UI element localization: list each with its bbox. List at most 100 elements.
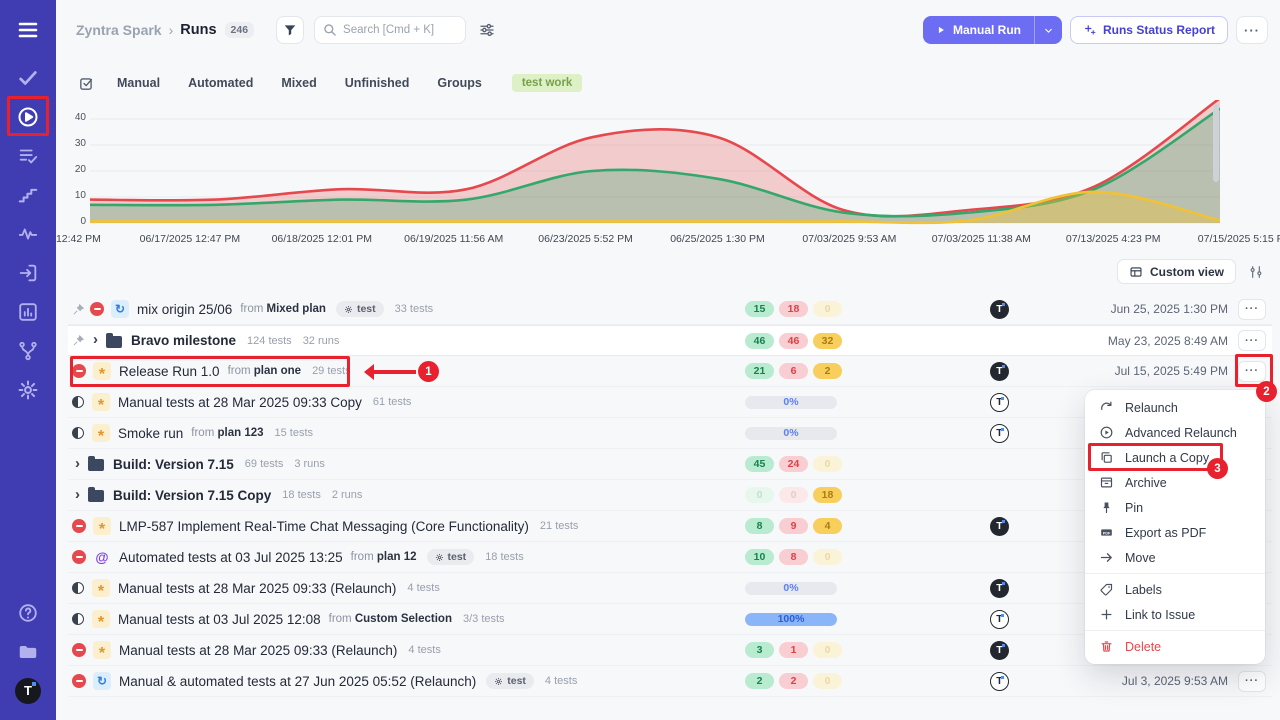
failed-count-badge: 0: [779, 487, 808, 503]
stopped-status-icon: [72, 364, 86, 378]
table-view-icon: [1129, 265, 1143, 279]
run-tag[interactable]: test: [336, 301, 384, 317]
breadcrumb-project[interactable]: Zyntra Spark: [76, 22, 162, 38]
plus-icon: [1098, 607, 1114, 622]
run-tag[interactable]: test: [486, 673, 534, 689]
search-input[interactable]: [343, 24, 457, 36]
run-title[interactable]: Automated tests at 03 Jul 2025 13:25: [119, 550, 343, 565]
run-title[interactable]: Build: Version 7.15: [113, 457, 234, 472]
sidebar-item-test-cases[interactable]: [0, 136, 56, 175]
activity-icon: [17, 223, 39, 245]
custom-view-button[interactable]: Custom view: [1117, 259, 1236, 284]
menu-item-advanced-relaunch[interactable]: Advanced Relaunch: [1085, 420, 1265, 445]
run-meta: 15 tests: [275, 427, 314, 439]
menu-item-delete[interactable]: Delete: [1085, 634, 1265, 659]
run-title[interactable]: Bravo milestone: [131, 333, 236, 348]
view-toolbar: Custom view: [1117, 259, 1264, 284]
run-title[interactable]: Release Run 1.0: [119, 364, 220, 379]
view-settings-icon[interactable]: [1248, 264, 1264, 280]
row-more-button[interactable]: ···: [1238, 330, 1266, 351]
run-row[interactable]: ›Bravo milestone124 tests32 runs464632Ma…: [68, 325, 1272, 356]
menu-item-relaunch[interactable]: Relaunch: [1085, 395, 1265, 420]
assignee-avatar: T: [990, 610, 1009, 629]
menu-item-launch-a-copy[interactable]: Launch a Copy: [1085, 445, 1265, 470]
stopped-status-icon: [72, 519, 86, 533]
manual-run-button[interactable]: Manual Run: [923, 16, 1062, 44]
tab-automated[interactable]: Automated: [188, 76, 253, 90]
menu-item-move[interactable]: Move: [1085, 545, 1265, 570]
result-badges: 464632: [745, 333, 842, 349]
tab-mixed[interactable]: Mixed: [281, 76, 316, 90]
other-count-badge: 0: [813, 549, 842, 565]
passed-count-badge: 15: [745, 301, 774, 317]
search-box[interactable]: [314, 16, 466, 44]
runs-status-report-button[interactable]: Runs Status Report: [1070, 16, 1228, 44]
run-row[interactable]: ↻Manual & automated tests at 27 Jun 2025…: [68, 666, 1272, 697]
help-icon: [17, 602, 39, 624]
run-meta: 32 runs: [303, 335, 340, 347]
header-more-button[interactable]: ···: [1236, 16, 1268, 44]
run-title[interactable]: Manual tests at 28 Mar 2025 09:33 Copy: [118, 395, 362, 410]
sidebar-item-check[interactable]: [0, 58, 56, 97]
x-tick: 06/23/2025 5:52 PM: [538, 233, 633, 245]
sidebar-item-reports[interactable]: [0, 292, 56, 331]
tab-manual[interactable]: Manual: [117, 76, 160, 90]
progress-label: 100%: [745, 613, 837, 626]
run-title[interactable]: Manual & automated tests at 27 Jun 2025 …: [119, 674, 476, 689]
run-title[interactable]: mix origin 25/06: [137, 302, 232, 317]
expand-chevron-icon[interactable]: ›: [75, 455, 80, 472]
milestones-icon: [17, 184, 39, 206]
menu-item-archive[interactable]: Archive: [1085, 470, 1265, 495]
menu-item-label: Relaunch: [1125, 401, 1178, 415]
sidebar-user-avatar[interactable]: T: [0, 671, 56, 710]
branch-icon: [17, 340, 39, 362]
sidebar-item-projects[interactable]: [0, 632, 56, 671]
manual-run-type-icon: *: [93, 517, 111, 535]
menu-item-link-to-issue[interactable]: Link to Issue: [1085, 602, 1265, 627]
row-more-button[interactable]: ···: [1238, 671, 1266, 692]
tab-groups[interactable]: Groups: [437, 76, 481, 90]
expand-chevron-icon[interactable]: ›: [75, 486, 80, 503]
run-title[interactable]: LMP-587 Implement Real-Time Chat Messagi…: [119, 519, 529, 534]
menu-item-export-as-pdf[interactable]: PDFExport as PDF: [1085, 520, 1265, 545]
expand-chevron-icon[interactable]: ›: [93, 331, 98, 348]
manual-run-type-icon: *: [92, 579, 110, 597]
filter-button[interactable]: [276, 16, 304, 44]
copy-icon: [1098, 450, 1114, 465]
sidebar-item-milestones[interactable]: [0, 175, 56, 214]
run-meta: 61 tests: [373, 396, 412, 408]
run-row[interactable]: *Release Run 1.0from plan one29 tests216…: [68, 356, 1272, 387]
row-more-button[interactable]: ···: [1238, 299, 1266, 320]
menu-separator: [1085, 573, 1265, 574]
menu-item-pin[interactable]: Pin: [1085, 495, 1265, 520]
sidebar-item-activity[interactable]: [0, 214, 56, 253]
x-tick: 07/03/2025 11:38 AM: [932, 233, 1031, 245]
sidebar-item-help[interactable]: [0, 593, 56, 632]
run-row[interactable]: ↻mix origin 25/06from Mixed plantest33 t…: [68, 294, 1272, 325]
run-title[interactable]: Manual tests at 28 Mar 2025 09:33 (Relau…: [119, 643, 397, 658]
run-title[interactable]: Build: Version 7.15 Copy: [113, 488, 271, 503]
x-tick: 06/18/2025 12:01 PM: [272, 233, 372, 245]
sidebar-item-runs[interactable]: [0, 97, 56, 136]
menu-icon[interactable]: [0, 8, 56, 52]
manual-run-dropdown[interactable]: [1034, 16, 1062, 44]
search-settings-icon[interactable]: [478, 21, 496, 39]
tabs-row: Manual Automated Mixed Unfinished Groups tes…: [78, 70, 582, 96]
tab-unfinished[interactable]: Unfinished: [345, 76, 410, 90]
run-title[interactable]: Manual tests at 28 Mar 2025 09:33 (Relau…: [118, 581, 396, 596]
select-runs-icon[interactable]: [78, 75, 95, 92]
tag-filter-test-work[interactable]: test work: [512, 74, 583, 92]
menu-item-labels[interactable]: Labels: [1085, 577, 1265, 602]
run-tag[interactable]: test: [427, 549, 475, 565]
run-meta: 18 tests: [282, 489, 321, 501]
sidebar-item-branch[interactable]: [0, 331, 56, 370]
run-title[interactable]: Smoke run: [118, 426, 183, 441]
row-more-button[interactable]: ···: [1238, 361, 1266, 382]
manual-run-type-icon: *: [92, 610, 110, 628]
stopped-status-icon: [72, 643, 86, 657]
chart-scrollbar[interactable]: [1213, 104, 1219, 182]
failed-count-badge: 9: [779, 518, 808, 534]
run-title[interactable]: Manual tests at 03 Jul 2025 12:08: [118, 612, 321, 627]
sidebar-item-settings[interactable]: [0, 370, 56, 409]
sidebar-item-inbox[interactable]: [0, 253, 56, 292]
